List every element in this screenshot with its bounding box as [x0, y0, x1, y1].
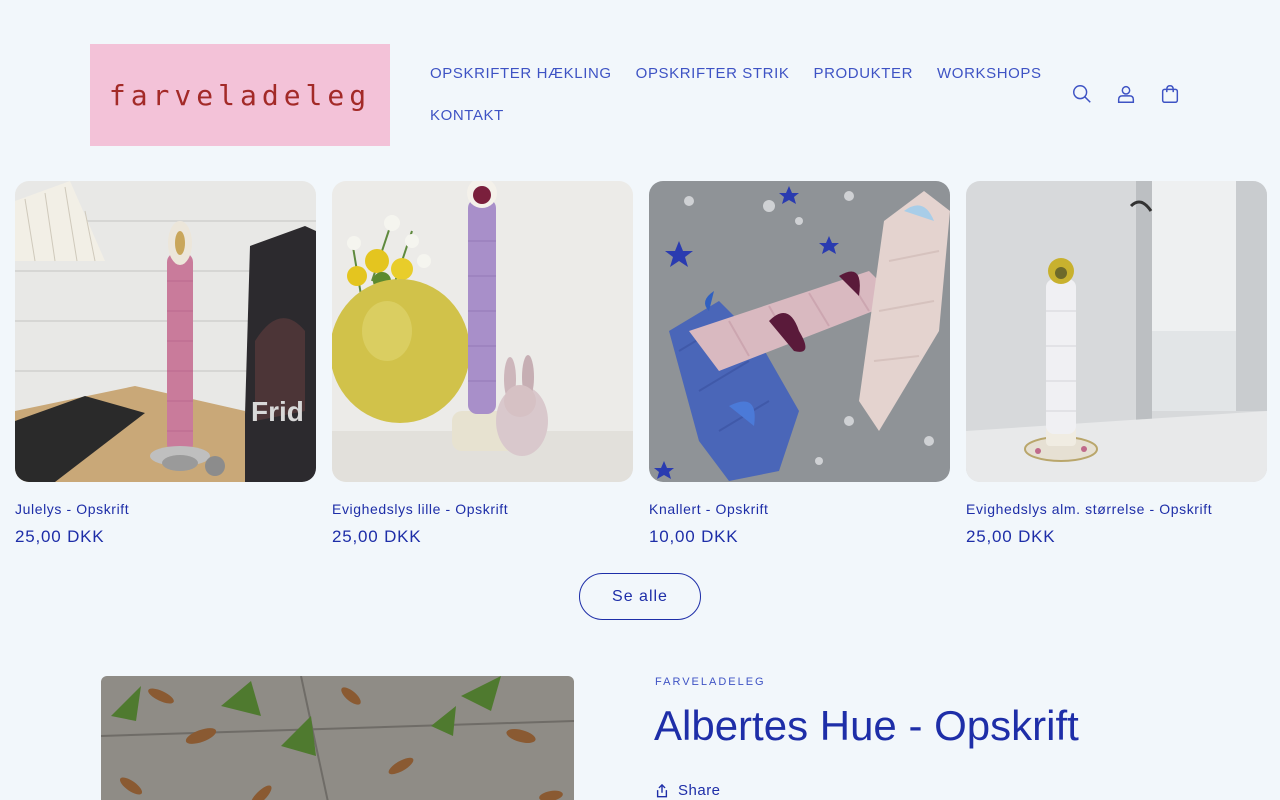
- featured-product-image[interactable]: [101, 676, 574, 800]
- svg-text:Frid: Frid: [251, 396, 304, 427]
- share-icon: [656, 783, 668, 797]
- product-title[interactable]: Knallert - Opskrift: [649, 501, 950, 518]
- share-label: Share: [678, 782, 721, 799]
- product-price: 25,00 DKK: [332, 527, 422, 546]
- logo-text: farveladeleg: [108, 78, 372, 112]
- product-price: 25,00 DKK: [966, 527, 1056, 546]
- account-icon[interactable]: [1108, 76, 1144, 112]
- product-title[interactable]: Julelys - Opskrift: [15, 501, 316, 518]
- product-image-knallert[interactable]: [649, 181, 950, 482]
- search-icon[interactable]: [1064, 76, 1100, 112]
- product-card[interactable]: Evighedslys alm. størrelse - Opskrift 25…: [966, 181, 1267, 547]
- site-header: farveladeleg OPSKRIFTER HÆKLING OPSKRIFT…: [0, 0, 1280, 160]
- cart-icon[interactable]: [1152, 76, 1188, 112]
- see-all-button[interactable]: Se alle: [579, 573, 701, 620]
- logo[interactable]: farveladeleg: [90, 44, 390, 146]
- product-image-evighedslys-lille[interactable]: [332, 181, 633, 482]
- nav-item-opskrifter-haekling[interactable]: OPSKRIFTER HÆKLING: [418, 65, 624, 82]
- header-icons: [1064, 76, 1188, 112]
- product-image-julelys[interactable]: Frid: [15, 181, 316, 482]
- nav-item-workshops[interactable]: WORKSHOPS: [925, 65, 1054, 82]
- nav-item-opskrifter-strik[interactable]: OPSKRIFTER STRIK: [624, 65, 802, 82]
- product-title[interactable]: Evighedslys lille - Opskrift: [332, 501, 633, 518]
- product-card[interactable]: Knallert - Opskrift 10,00 DKK: [649, 181, 950, 547]
- main-nav: OPSKRIFTER HÆKLING OPSKRIFTER STRIK PROD…: [418, 52, 1041, 136]
- product-price: 10,00 DKK: [649, 527, 739, 546]
- product-title[interactable]: Evighedslys alm. størrelse - Opskrift: [966, 501, 1267, 518]
- product-card[interactable]: Frid Julelys - Opskrift 25,00 DKK: [15, 181, 316, 547]
- product-price: 25,00 DKK: [15, 527, 105, 546]
- nav-item-produkter[interactable]: PRODUKTER: [801, 65, 925, 82]
- product-grid: Frid Julelys - Opskrift 25,00 DKK Evighe…: [15, 181, 1267, 547]
- share-button[interactable]: Share: [655, 782, 721, 799]
- product-title: Albertes Hue - Opskrift: [654, 702, 1079, 749]
- product-card[interactable]: Evighedslys lille - Opskrift 25,00 DKK: [332, 181, 633, 547]
- product-vendor: FARVELADELEG: [655, 676, 766, 688]
- nav-item-kontakt[interactable]: KONTAKT: [418, 107, 516, 124]
- product-image-evighedslys-alm[interactable]: [966, 181, 1267, 482]
